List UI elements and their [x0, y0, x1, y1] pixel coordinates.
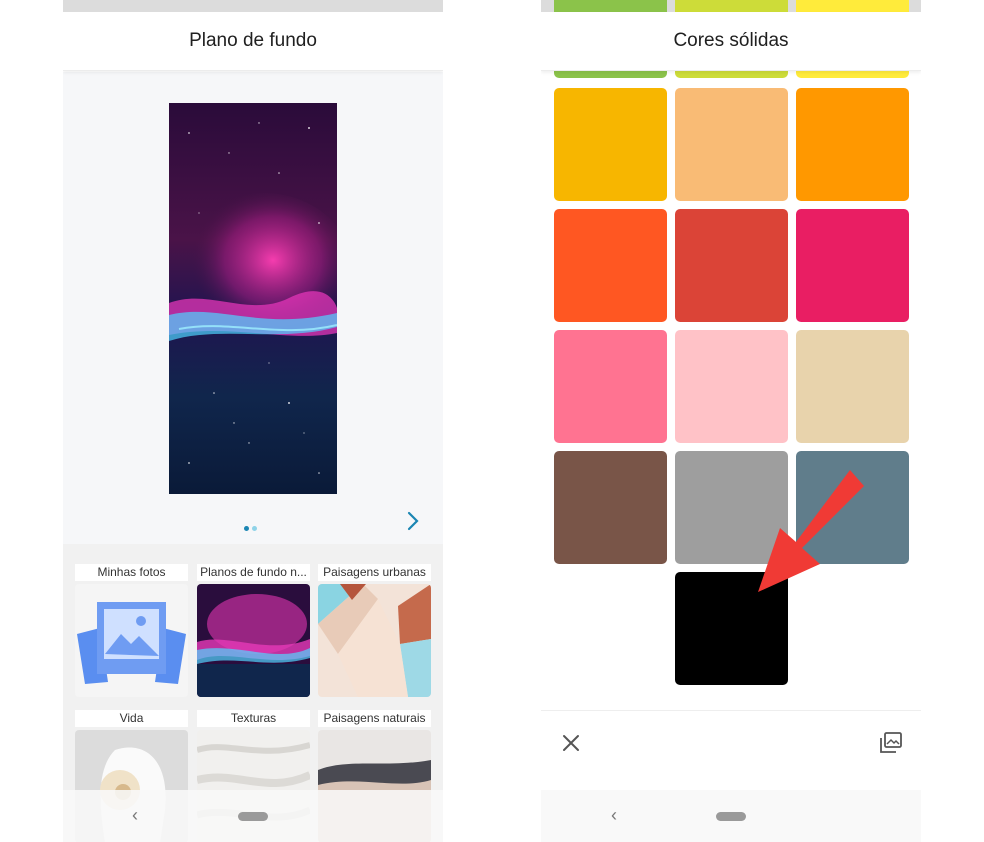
category-label: Minhas fotos [75, 564, 188, 581]
red-arrow-icon [740, 464, 870, 596]
page-title: Plano de fundo [63, 12, 443, 71]
color-swatch[interactable] [554, 451, 667, 564]
close-icon[interactable] [561, 733, 581, 753]
system-navigation-bar: ‹ [63, 790, 443, 842]
color-swatch[interactable] [554, 209, 667, 322]
wallpaper-preview-image[interactable] [169, 103, 337, 494]
color-swatch[interactable] [675, 330, 788, 443]
category-urban-landscapes[interactable]: Paisagens urbanas [318, 564, 431, 697]
nebula-thumbnail [197, 584, 310, 697]
set-wallpaper-icon[interactable] [879, 731, 903, 755]
system-navigation-bar: ‹ [541, 790, 921, 842]
bottom-action-bar [541, 710, 921, 787]
category-label: Paisagens urbanas [318, 564, 431, 581]
color-swatch[interactable] [675, 88, 788, 201]
category-label: Vida [75, 710, 188, 727]
chevron-right-icon[interactable] [404, 510, 422, 532]
back-icon[interactable]: ‹ [132, 805, 138, 826]
home-pill-icon[interactable] [716, 812, 746, 821]
architecture-thumbnail [318, 584, 431, 697]
color-swatch[interactable] [554, 330, 667, 443]
category-label: Paisagens naturais [318, 710, 431, 727]
page-title: Cores sólidas [541, 12, 921, 71]
wallpaper-screen: Plano de fundo Minhas fotos Planos de fu… [63, 0, 443, 842]
solid-colors-screen: Cores sólidas ‹ [541, 0, 921, 842]
category-my-photos[interactable]: Minhas fotos [75, 564, 188, 697]
page-dot-active [244, 526, 249, 531]
color-swatch[interactable] [554, 88, 667, 201]
color-swatch[interactable] [796, 88, 909, 201]
color-swatch[interactable] [796, 209, 909, 322]
wallpaper-preview-area [63, 72, 443, 544]
page-dot [252, 526, 257, 531]
category-default-wallpapers[interactable]: Planos de fundo n... [197, 564, 310, 697]
color-swatch[interactable] [675, 209, 788, 322]
page-indicator [244, 518, 260, 531]
color-swatch[interactable] [796, 330, 909, 443]
photos-illustration-icon [75, 584, 188, 697]
category-label: Texturas [197, 710, 310, 727]
category-label: Planos de fundo n... [197, 564, 310, 581]
status-bar [63, 0, 443, 12]
back-icon[interactable]: ‹ [611, 805, 617, 826]
home-pill-icon[interactable] [238, 812, 268, 821]
